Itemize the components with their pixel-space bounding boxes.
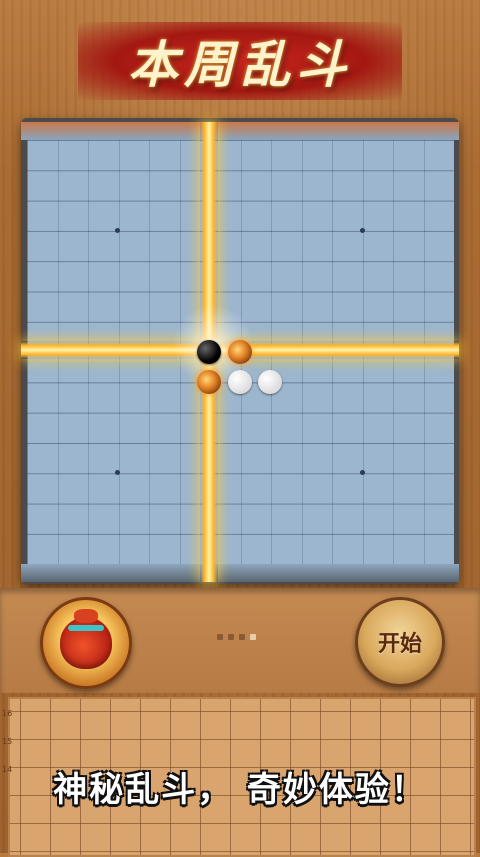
page-dot[interactable] bbox=[228, 634, 234, 640]
fire-stone bbox=[197, 370, 221, 394]
white-stone bbox=[228, 370, 252, 394]
fire-stone bbox=[228, 340, 252, 364]
lucky-bag-icon bbox=[60, 609, 112, 669]
page-indicator bbox=[217, 634, 256, 640]
board-top-edge bbox=[21, 122, 459, 140]
page-dot-active[interactable] bbox=[250, 634, 256, 640]
black-stone bbox=[197, 340, 221, 364]
star-point bbox=[115, 228, 120, 233]
star-point bbox=[360, 228, 365, 233]
page-dot[interactable] bbox=[217, 634, 223, 640]
page-dot[interactable] bbox=[239, 634, 245, 640]
promo-caption: 神秘乱斗， 奇妙体验！ bbox=[53, 770, 427, 810]
start-button[interactable]: 开始 bbox=[355, 597, 445, 687]
white-stone bbox=[258, 370, 282, 394]
lucky-bag-button[interactable] bbox=[40, 597, 132, 689]
star-point bbox=[360, 470, 365, 475]
star-point bbox=[115, 470, 120, 475]
title-banner: 本周乱斗 bbox=[78, 22, 402, 100]
row-number: 16 bbox=[2, 709, 13, 718]
board-bottom-edge bbox=[21, 564, 459, 582]
game-title: 本周乱斗 bbox=[128, 35, 352, 94]
row-number: 15 bbox=[2, 737, 13, 746]
